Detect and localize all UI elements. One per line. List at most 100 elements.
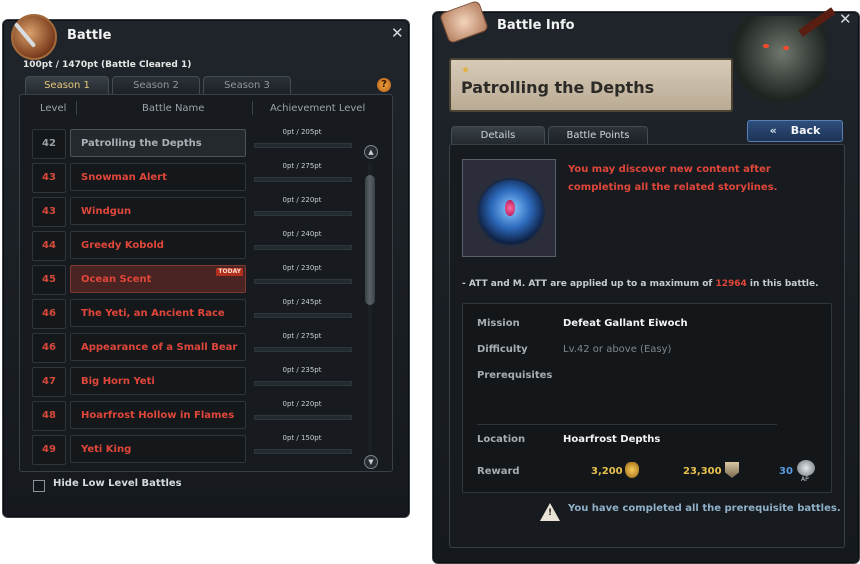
row-level: 44 [32,231,66,261]
row-level: 48 [32,401,66,431]
difficulty-label: Difficulty [477,344,528,355]
tab-battle-points[interactable]: Battle Points [548,126,648,145]
row-achievement: 0pt / 275pt [282,332,322,340]
list-scrollbar[interactable]: ▲ ▼ [364,145,378,469]
today-badge: TODAY [216,268,243,276]
achievement-bar [254,245,352,250]
ap-icon [797,460,815,476]
row-battle-name[interactable]: Patrolling the Depths [70,129,246,157]
back-chevron-icon: « [769,124,777,137]
col-divider [252,101,253,115]
tab-season-2[interactable]: Season 2 [112,76,200,95]
att-max-value: 12964 [715,279,747,289]
tab-season-1[interactable]: Season 1 [25,76,109,95]
table-row[interactable]: 48 Hoarfrost Hollow in Flames 0pt / 220p… [32,400,352,431]
difficulty-value: Lv.42 or above (Easy) [563,344,672,355]
prerequisites-label: Prerequisites [477,370,553,381]
location-value: Hoarfrost Depths [563,434,661,445]
mission-box: Mission Defeat Gallant Eiwoch Difficulty… [462,303,832,493]
row-battle-name[interactable]: Big Horn Yeti [70,367,246,395]
row-achievement: 0pt / 220pt [282,400,322,408]
back-label: Back [790,124,821,137]
achievement-bar [254,313,352,318]
col-level: Level [40,103,67,114]
mission-value: Defeat Gallant Eiwoch [563,318,688,329]
att-note: - ATT and M. ATT are applied up to a max… [462,279,819,289]
row-achievement: 0pt / 205pt [282,128,322,136]
battle-emblem-icon [11,14,57,60]
att-note-pre: - ATT and M. ATT are applied up to a max… [462,279,713,289]
help-icon[interactable]: ? [377,78,391,92]
warning-icon: ! [540,503,560,521]
close-icon[interactable]: ✕ [391,24,404,42]
row-battle-name[interactable]: Ocean Scent TODAY [70,265,246,293]
tab-details[interactable]: Details [451,126,545,145]
row-battle-name[interactable]: Greedy Kobold [70,231,246,259]
achievement-bar [254,347,352,352]
row-battle-name[interactable]: Appearance of a Small Bear [70,333,246,361]
close-icon[interactable]: ✕ [839,10,852,28]
hide-low-level-checkbox[interactable] [33,480,45,492]
table-row[interactable]: 45 Ocean Scent TODAY 0pt / 230pt [32,264,352,295]
row-level: 46 [32,333,66,363]
battle-points-icon [725,462,739,478]
reward-label: Reward [477,466,520,477]
scroll-up-icon[interactable]: ▲ [364,145,378,159]
table-row[interactable]: 46 The Yeti, an Ancient Race 0pt / 245pt [32,298,352,329]
row-achievement: 0pt / 220pt [282,196,322,204]
battle-thumbnail [462,159,556,257]
season-tabs: Season 1 Season 2 Season 3 [25,76,291,95]
row-achievement: 0pt / 275pt [282,162,322,170]
row-achievement: 0pt / 245pt [282,298,322,306]
row-battle-name[interactable]: Yeti King [70,435,246,463]
row-achievement: 0pt / 150pt [282,434,322,442]
points-value: 100pt / 1470pt [23,60,98,70]
row-achievement: 0pt / 235pt [282,366,322,374]
row-level: 45 [32,265,66,295]
mission-label: Mission [477,318,520,329]
achievement-bar [254,415,352,420]
col-achievement: Achievement Level [270,103,366,114]
points-note: (Battle Cleared 1) [101,60,192,70]
scroll-icon [438,0,490,45]
table-row[interactable]: 49 Yeti King 0pt / 150pt [32,434,352,465]
battle-list: Level Battle Name Achievement Level 42 P… [19,94,393,472]
table-row[interactable]: 43 Snowman Alert 0pt / 275pt [32,162,352,193]
prerequisite-status: You have completed all the prerequisite … [568,503,841,514]
tab-season-3[interactable]: Season 3 [203,76,291,95]
row-battle-name-text: Ocean Scent [81,274,152,285]
row-level: 47 [32,367,66,397]
table-row[interactable]: 47 Big Horn Yeti 0pt / 235pt [32,366,352,397]
table-row[interactable]: 42 Patrolling the Depths 0pt / 205pt [32,128,352,159]
battle-name: Patrolling the Depths [461,78,655,97]
row-battle-name[interactable]: The Yeti, an Ancient Race [70,299,246,327]
info-tabs: Details Battle Points [451,126,648,145]
achievement-bar [254,449,352,454]
battle-title: Battle [67,28,112,43]
row-level: 43 [32,197,66,227]
scroll-down-icon[interactable]: ▼ [364,455,378,469]
table-row[interactable]: 44 Greedy Kobold 0pt / 240pt [32,230,352,261]
achievement-bar [254,211,352,216]
row-level: 46 [32,299,66,329]
row-level: 43 [32,163,66,193]
table-row[interactable]: 43 Windgun 0pt / 220pt [32,196,352,227]
table-row[interactable]: 46 Appearance of a Small Bear 0pt / 275p… [32,332,352,363]
row-battle-name[interactable]: Hoarfrost Hollow in Flames [70,401,246,429]
battle-window: Battle ✕ 100pt / 1470pt (Battle Cleared … [2,14,410,518]
achievement-bar [254,177,352,182]
scroll-thumb[interactable] [365,175,375,305]
boss-eye [783,46,789,50]
row-achievement: 0pt / 240pt [282,230,322,238]
battle-info-title: Battle Info [497,18,575,33]
row-battle-name[interactable]: Snowman Alert [70,163,246,191]
row-battle-name[interactable]: Windgun [70,197,246,225]
hide-low-level-label: Hide Low Level Battles [53,478,182,489]
achievement-bar [254,279,352,284]
boss-eye [763,44,769,48]
reward-points: 23,300 [683,466,722,477]
achievement-bar [254,381,352,386]
back-button[interactable]: « Back [747,120,843,142]
reward-gold: 3,200 [591,466,623,477]
row-level: 49 [32,435,66,465]
